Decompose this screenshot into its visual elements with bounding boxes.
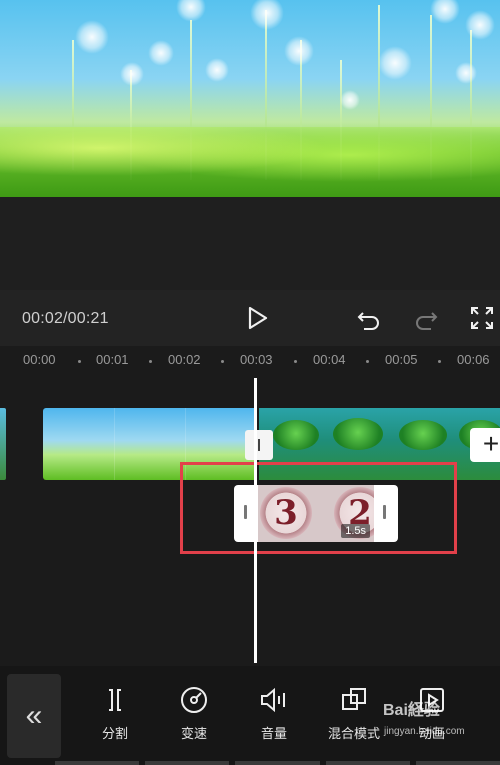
- split-icon: [80, 684, 150, 716]
- overlay-clip[interactable]: 3 2 1.5s: [234, 485, 398, 542]
- overlay-left-handle[interactable]: [244, 505, 247, 519]
- tool-label: 变速: [180, 726, 207, 741]
- time-ruler[interactable]: 00:00 00:01 00:02 00:03 00:04 00:05 00:0…: [0, 346, 500, 376]
- ruler-tick: 00:05: [385, 352, 418, 367]
- ruler-tick: 00:06: [457, 352, 490, 367]
- preview-letterbox: [0, 197, 500, 290]
- ruler-tick: 00:04: [313, 352, 346, 367]
- ruler-tick: 00:00: [23, 352, 56, 367]
- ruler-dot: [78, 360, 81, 363]
- undo-icon[interactable]: [355, 304, 383, 332]
- countdown-number: 3: [260, 487, 312, 539]
- redo-icon[interactable]: [412, 304, 440, 332]
- ruler-dot: [149, 360, 152, 363]
- ruler-dot: [294, 360, 297, 363]
- collapse-button[interactable]: «: [7, 674, 61, 758]
- tool-volume[interactable]: 音量: [239, 684, 309, 742]
- tool-split[interactable]: 分割: [80, 684, 150, 742]
- add-clip-button[interactable]: +: [470, 428, 500, 462]
- video-preview[interactable]: [0, 0, 500, 197]
- ruler-tick: 00:01: [96, 352, 129, 367]
- previous-clip-edge[interactable]: [0, 408, 6, 480]
- tool-label: 分割: [101, 726, 128, 741]
- timeline-area[interactable]: + 3 2 1.5s: [0, 376, 500, 666]
- ruler-dot: [221, 360, 224, 363]
- ruler-dot: [438, 360, 441, 363]
- clip-transition-handle[interactable]: [245, 430, 273, 460]
- tool-label: 混合模式: [327, 726, 380, 741]
- ruler-tick: 00:03: [240, 352, 273, 367]
- play-icon[interactable]: [243, 304, 271, 332]
- home-indicator: [55, 761, 500, 765]
- volume-icon: [239, 684, 309, 716]
- baidu-watermark-url: jingyan.baidu.com: [384, 726, 465, 737]
- baidu-watermark: Bai経验: [383, 702, 440, 719]
- fullscreen-icon[interactable]: [468, 304, 496, 332]
- tool-blend-mode[interactable]: 混合模式: [319, 684, 389, 742]
- ruler-tick: 00:02: [168, 352, 201, 367]
- playhead[interactable]: [254, 378, 257, 663]
- overlay-clip-thumbnail: 3 2 1.5s: [258, 485, 374, 542]
- overlay-right-handle[interactable]: [383, 505, 386, 519]
- time-display: 00:02/00:21: [22, 310, 109, 327]
- grass-scene: [0, 127, 500, 197]
- ruler-dot: [366, 360, 369, 363]
- blend-mode-icon: [319, 684, 389, 716]
- tool-label: 音量: [260, 726, 287, 741]
- speed-icon: [159, 684, 229, 716]
- tool-speed[interactable]: 变速: [159, 684, 229, 742]
- playback-controls: 00:02/00:21: [0, 290, 500, 346]
- clip-duration-label: 1.5s: [341, 524, 370, 538]
